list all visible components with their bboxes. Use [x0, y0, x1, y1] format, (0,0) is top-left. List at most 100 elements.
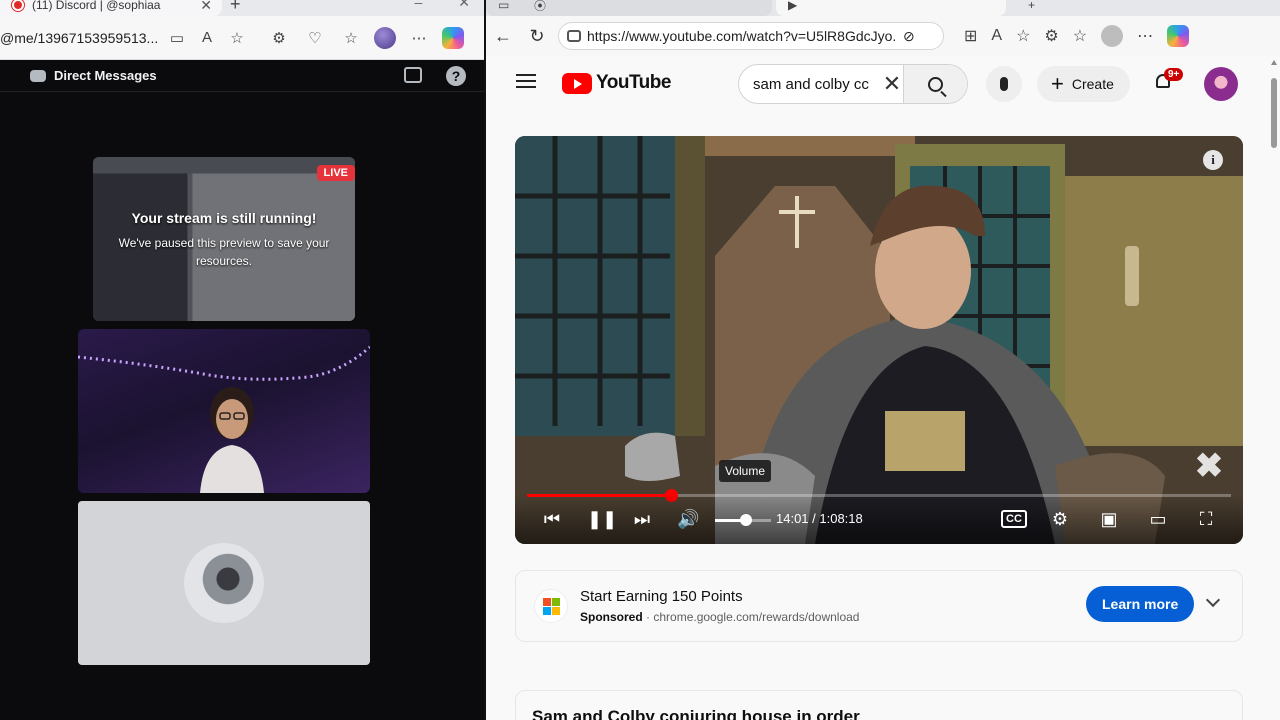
youtube-window: ▭ ⦿ ▶ + ← ↻ https://www.youtube.com/watc…	[484, 0, 1280, 720]
ad-domain[interactable]: chrome.google.com/rewards/download	[653, 610, 859, 624]
captions-button[interactable]: CC	[1001, 510, 1027, 528]
playlist-panel[interactable]: Sam and Colby conjuring house in order	[515, 690, 1243, 720]
chevron-down-icon[interactable]	[1205, 592, 1221, 608]
time-display: 14:01 / 1:08:18	[776, 511, 863, 526]
clear-search-icon[interactable]: ✕	[881, 73, 903, 95]
video-frame	[515, 136, 1243, 544]
video-player[interactable]: i ✖ Volume ⏮ ❚❚ ⏭ 🔊 14:01 / 1:08:18 CC ⚙…	[515, 136, 1243, 544]
sponsored-ad-card[interactable]: Start Earning 150 Points Sponsored · chr…	[515, 570, 1243, 642]
favorite-star-icon[interactable]: ☆	[224, 25, 250, 51]
scroll-thumb[interactable]	[1271, 78, 1277, 148]
stream-preview-tile[interactable]: LIVE Your stream is still running! We've…	[93, 157, 355, 321]
favorite-star-icon[interactable]: ☆	[1016, 26, 1030, 46]
search-input[interactable]: sam and colby cc	[753, 76, 881, 93]
playlist-title: Sam and Colby conjuring house in order	[532, 707, 860, 720]
volume-knob[interactable]	[739, 514, 752, 526]
new-tab-icon[interactable]: +	[1016, 0, 1056, 16]
microsoft-logo-icon	[534, 589, 568, 623]
extensions-icon[interactable]: ⚙	[266, 25, 292, 51]
info-icon[interactable]: i	[1203, 150, 1223, 170]
theater-mode-icon[interactable]: ▭	[1145, 508, 1171, 530]
search-icon	[928, 76, 943, 92]
copilot-icon[interactable]	[442, 26, 464, 49]
right-address-bar: ← ↻ https://www.youtube.com/watch?v=U5lR…	[486, 16, 1280, 56]
page-scrollbar[interactable]	[1270, 60, 1278, 720]
fullscreen-icon[interactable]: ⛶	[1195, 508, 1217, 530]
volume-slider[interactable]	[715, 514, 771, 526]
right-toolbar: ⊞ A ☆ ⚙ ☆ ⋯	[964, 25, 1190, 47]
volume-icon[interactable]: 🔊	[677, 508, 699, 530]
user-avatar	[184, 543, 264, 623]
discord-tab[interactable]: (11) Discord | @sophiaa ✕	[0, 0, 222, 16]
browser-essentials-icon[interactable]: ♡	[302, 25, 328, 51]
ad-meta: Sponsored · chrome.google.com/rewards/do…	[580, 610, 859, 624]
desktop: (11) Discord | @sophiaa ✕ + – ✕ @me/1396…	[0, 0, 1280, 720]
youtube-header: YouTube sam and colby cc ✕ + Create 9+	[486, 56, 1280, 112]
voice-search-button[interactable]	[986, 66, 1022, 102]
copilot-icon[interactable]	[1167, 25, 1190, 47]
microphone-icon	[1000, 77, 1008, 91]
youtube-logo[interactable]: YouTube	[562, 72, 671, 94]
ad-blocker-icon[interactable]: ⊘	[903, 28, 915, 45]
left-toolbar: ⚙ ♡ ☆ ⋯	[266, 25, 464, 51]
user-avatar-tile[interactable]	[78, 501, 370, 665]
webcam-person	[200, 387, 264, 493]
right-tab-bar: ▭ ⦿ ▶ +	[486, 0, 1280, 16]
read-aloud-icon[interactable]: A	[194, 25, 220, 51]
search-button[interactable]	[903, 65, 967, 103]
create-button[interactable]: + Create	[1037, 66, 1130, 102]
profile-avatar[interactable]	[374, 26, 396, 49]
browser-tab-2[interactable]: ⦿	[522, 0, 772, 16]
learn-more-button[interactable]: Learn more	[1086, 586, 1195, 622]
left-url-icons: ▭ A ☆	[164, 25, 250, 51]
read-aloud-icon[interactable]: A	[991, 27, 1002, 45]
live-badge: LIVE	[316, 165, 355, 181]
profile-avatar[interactable]	[1101, 25, 1124, 47]
search-box: sam and colby cc ✕	[738, 64, 968, 104]
back-icon[interactable]: ←	[486, 26, 520, 47]
notification-badge: 9+	[1164, 68, 1184, 81]
previous-icon[interactable]: ⏮	[541, 508, 563, 530]
led-strip-light	[78, 345, 370, 381]
favorites-icon[interactable]: ☆	[338, 25, 364, 51]
volume-tooltip: Volume	[719, 460, 772, 482]
reload-icon[interactable]: ↻	[520, 26, 554, 47]
dm-header: Direct Messages ?	[0, 60, 484, 92]
more-icon[interactable]: ⋯	[406, 25, 432, 51]
youtube-tab[interactable]: ▶	[776, 0, 1006, 16]
more-icon[interactable]: ⋯	[1137, 26, 1153, 46]
left-url[interactable]: @me/13967153959513...	[0, 30, 160, 46]
ad-title: Start Earning 150 Points	[580, 588, 743, 605]
discord-window: (11) Discord | @sophiaa ✕ + – ✕ @me/1396…	[0, 0, 484, 720]
pause-icon[interactable]: ❚❚	[587, 508, 617, 530]
url-text: https://www.youtube.com/watch?v=U5lR8Gdc…	[587, 28, 897, 44]
youtube-play-icon	[562, 72, 592, 94]
next-icon[interactable]: ⏭	[631, 508, 653, 530]
scroll-up-icon[interactable]	[1271, 60, 1277, 65]
new-tab-icon[interactable]: +	[230, 0, 241, 15]
close-window-icon[interactable]: ✕	[458, 0, 470, 11]
dm-header-title: Direct Messages	[54, 68, 157, 83]
extensions-icon[interactable]: ⚙	[1044, 26, 1058, 46]
stream-title: Your stream is still running!	[131, 210, 317, 226]
left-address-bar: @me/13967153959513... ▭ A ☆ ⚙ ♡ ☆ ⋯	[0, 16, 484, 60]
miniplayer-icon[interactable]: ▣	[1097, 508, 1121, 530]
inbox-icon[interactable]	[404, 67, 422, 83]
minimize-icon[interactable]: –	[414, 0, 422, 11]
url-field[interactable]: https://www.youtube.com/watch?v=U5lR8Gdc…	[558, 22, 944, 50]
settings-gear-icon[interactable]: ⚙	[1049, 508, 1071, 530]
close-overlay-icon[interactable]: ✖	[1193, 449, 1225, 483]
apps-icon[interactable]: ⊞	[964, 26, 977, 46]
menu-icon[interactable]	[516, 74, 536, 88]
player-controls: ⏮ ❚❚ ⏭ 🔊 14:01 / 1:08:18 CC ⚙ ▣ ▭ ⛶	[515, 494, 1243, 544]
camera-icon[interactable]: ▭	[164, 25, 190, 51]
close-tab-icon[interactable]: ✕	[200, 0, 212, 14]
create-label: Create	[1071, 76, 1114, 92]
webcam-tile[interactable]	[78, 329, 370, 493]
window-controls: – ✕	[414, 0, 470, 11]
account-avatar[interactable]	[1204, 67, 1238, 101]
favorites-icon[interactable]: ☆	[1073, 26, 1087, 46]
plus-icon: +	[1051, 71, 1064, 96]
stream-message: We've paused this preview to save your r…	[118, 236, 330, 268]
help-icon[interactable]: ?	[446, 66, 466, 86]
